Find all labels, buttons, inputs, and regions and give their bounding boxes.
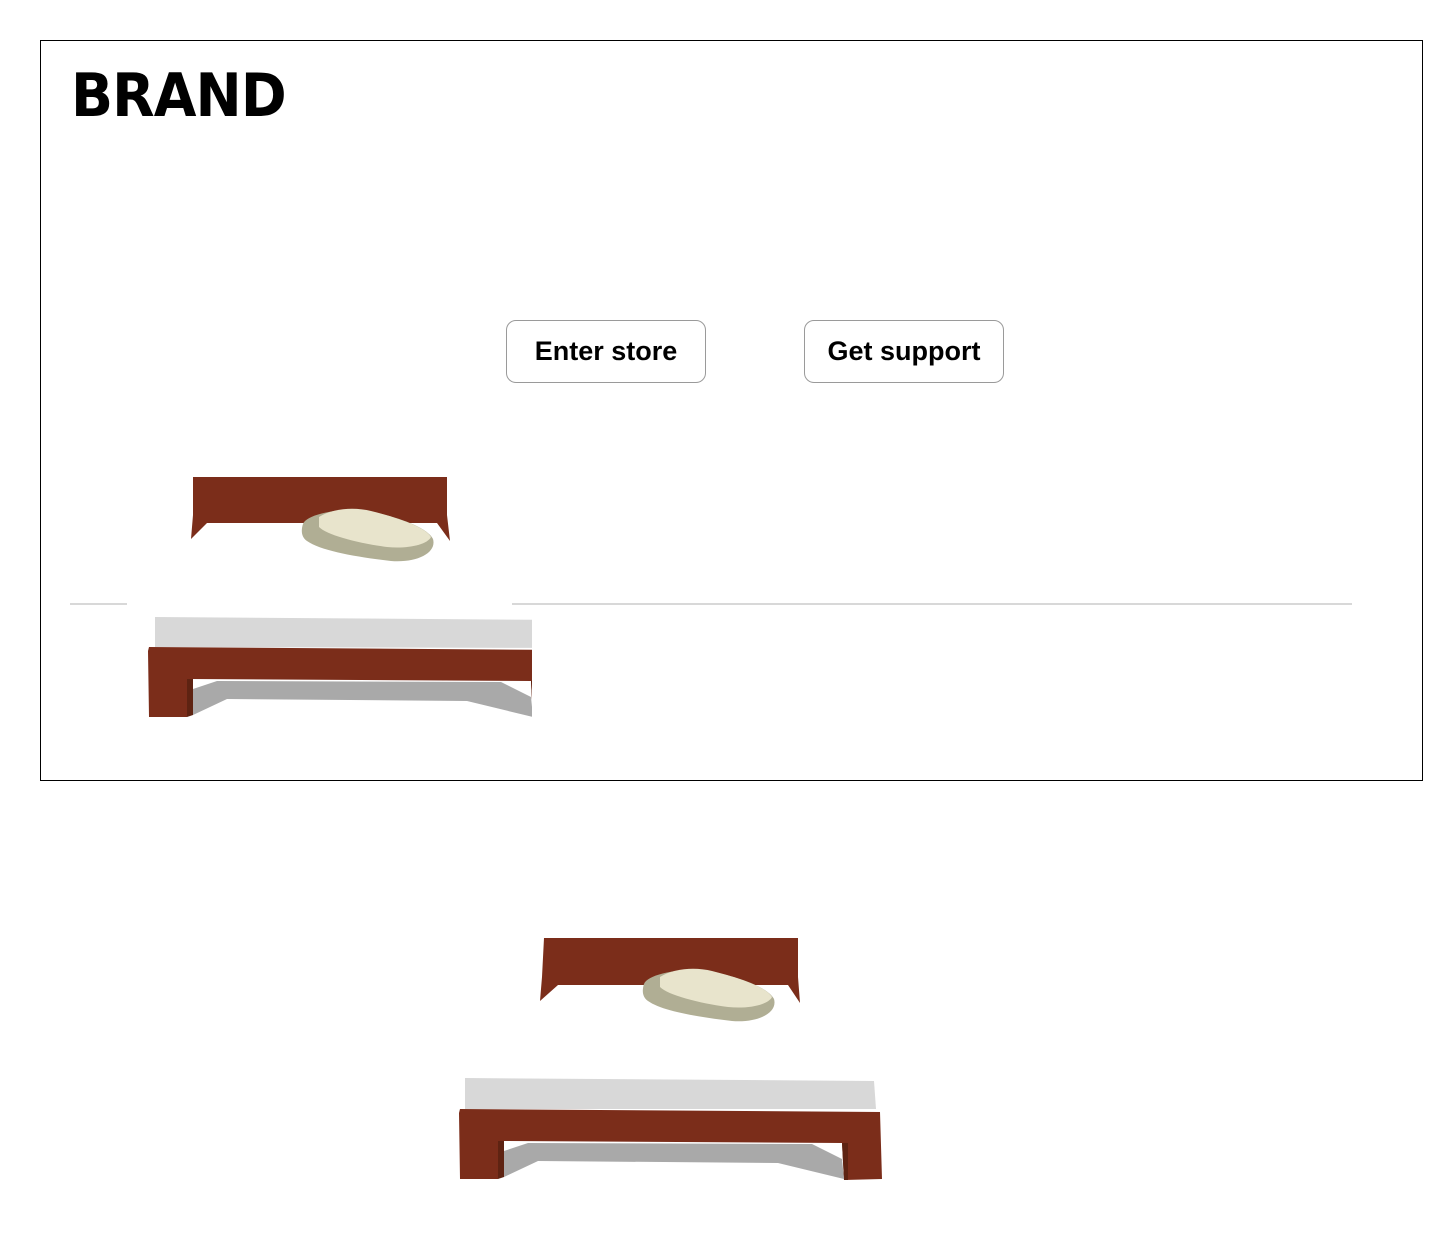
bed-illustration-secondary xyxy=(459,938,882,1180)
get-support-button[interactable]: Get support xyxy=(804,320,1004,383)
enter-store-button[interactable]: Enter store xyxy=(506,320,706,383)
bed-illustration xyxy=(127,477,532,717)
brand-logo[interactable]: BRAND xyxy=(71,63,287,129)
hero-panel: BRAND Enter store Get support xyxy=(40,40,1423,781)
